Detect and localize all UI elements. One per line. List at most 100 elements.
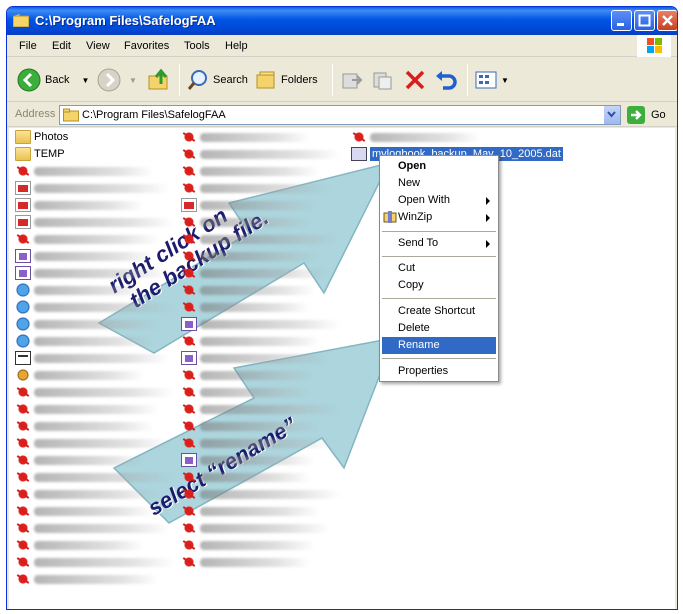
menu-item-rename[interactable]: Rename [382,337,496,354]
search-button[interactable]: Search [187,67,248,93]
list-item[interactable] [181,248,320,264]
views-dropdown-icon[interactable]: ▼ [501,76,509,85]
list-item[interactable] [15,231,159,247]
views-button[interactable]: ▼ [475,67,509,93]
list-item[interactable] [15,367,144,383]
undo-button[interactable] [434,67,458,93]
delete-button[interactable] [403,67,427,93]
list-item[interactable] [181,197,315,213]
list-item[interactable] [181,163,320,179]
list-item[interactable] [181,469,310,485]
list-item[interactable] [181,299,310,315]
list-item[interactable] [15,265,169,281]
move-to-button[interactable] [340,67,364,93]
minimize-button[interactable] [611,10,632,31]
menu-favorites[interactable]: Favorites [124,40,169,52]
menu-item-label: Send To [398,237,439,249]
list-item[interactable] [181,282,315,298]
address-input[interactable]: C:\Program Files\SafelogFAA [59,105,621,125]
folders-button[interactable]: Folders [255,67,318,93]
blurred-filename [200,404,340,414]
list-item[interactable] [181,214,310,230]
list-item[interactable] [181,554,310,570]
menu-help[interactable]: Help [225,40,248,52]
list-item[interactable] [181,265,330,281]
list-item[interactable] [181,418,320,434]
list-item[interactable] [15,282,144,298]
menu-view[interactable]: View [86,40,110,52]
file-list[interactable]: Photos TEMP mylogbook_backup_May_10_2005… [9,128,675,609]
copy-to-button[interactable] [371,67,395,93]
list-item[interactable] [181,503,320,519]
menu-item-open-with[interactable]: Open With [382,192,496,209]
close-button[interactable] [657,10,677,31]
list-item[interactable] [15,554,174,570]
list-item[interactable] [15,435,169,451]
list-item[interactable] [181,435,330,451]
list-item[interactable] [15,163,154,179]
menu-item-copy[interactable]: Copy [382,277,496,294]
menu-item-new[interactable]: New [382,175,496,192]
menu-item-delete[interactable]: Delete [382,320,496,337]
menu-file[interactable]: File [19,40,37,52]
up-folder-button[interactable] [147,67,171,93]
list-item[interactable] [181,180,330,196]
menu-edit[interactable]: Edit [52,40,71,52]
list-item[interactable] [181,231,340,247]
list-item[interactable] [15,180,169,196]
list-item[interactable] [181,316,340,332]
blurred-filename [200,489,340,499]
maximize-button[interactable] [634,10,655,31]
list-item[interactable] [181,452,315,468]
title-bar[interactable]: C:\Program Files\SafelogFAA [7,7,677,35]
back-dropdown-icon[interactable]: ▼ [81,76,89,85]
list-item[interactable] [181,537,315,553]
list-item[interactable] [15,214,174,230]
go-button[interactable]: Go [627,106,666,124]
list-item[interactable] [15,571,159,587]
list-item[interactable] [15,299,174,315]
list-item[interactable] [15,503,154,519]
blurred-filename [200,251,320,261]
address-dropdown-button[interactable] [603,106,620,124]
list-item[interactable] [15,333,154,349]
list-item[interactable] [181,367,315,383]
list-item[interactable] [15,384,174,400]
list-item[interactable] [15,248,154,264]
list-item[interactable] [181,146,340,162]
list-item[interactable] [15,401,159,417]
forward-dropdown-icon[interactable]: ▼ [129,76,137,85]
list-item[interactable] [15,316,159,332]
list-item[interactable] [15,469,174,485]
list-item[interactable] [181,486,340,502]
blurred-filename [200,438,330,448]
menu-item-open[interactable]: Open [382,158,496,175]
menu-item-winzip[interactable]: WinZip [382,209,496,226]
list-item[interactable] [181,350,330,366]
forward-button[interactable]: ▼ [97,67,137,93]
file-icon [15,419,31,433]
menu-item-create-shortcut[interactable]: Create Shortcut [382,303,496,320]
address-value: C:\Program Files\SafelogFAA [82,109,226,121]
menu-item-send-to[interactable]: Send To [382,235,496,252]
list-item[interactable] [15,486,159,502]
list-item[interactable] [181,129,310,145]
list-item[interactable] [181,384,310,400]
folder-item-temp[interactable]: TEMP [15,146,65,162]
list-item[interactable] [181,520,330,536]
menu-item-properties[interactable]: Properties [382,363,496,380]
blurred-filename [34,302,174,312]
list-item[interactable] [15,452,144,468]
menu-item-cut[interactable]: Cut [382,260,496,277]
menu-tools[interactable]: Tools [184,40,210,52]
back-button[interactable]: Back ▼ [17,67,89,93]
list-item[interactable] [15,197,144,213]
list-item[interactable] [181,401,340,417]
list-item[interactable] [15,520,169,536]
list-item[interactable] [15,418,154,434]
folder-item-photos[interactable]: Photos [15,129,68,145]
list-item[interactable] [181,333,320,349]
file-icon [15,521,31,535]
list-item[interactable] [15,350,169,366]
list-item[interactable] [15,537,144,553]
